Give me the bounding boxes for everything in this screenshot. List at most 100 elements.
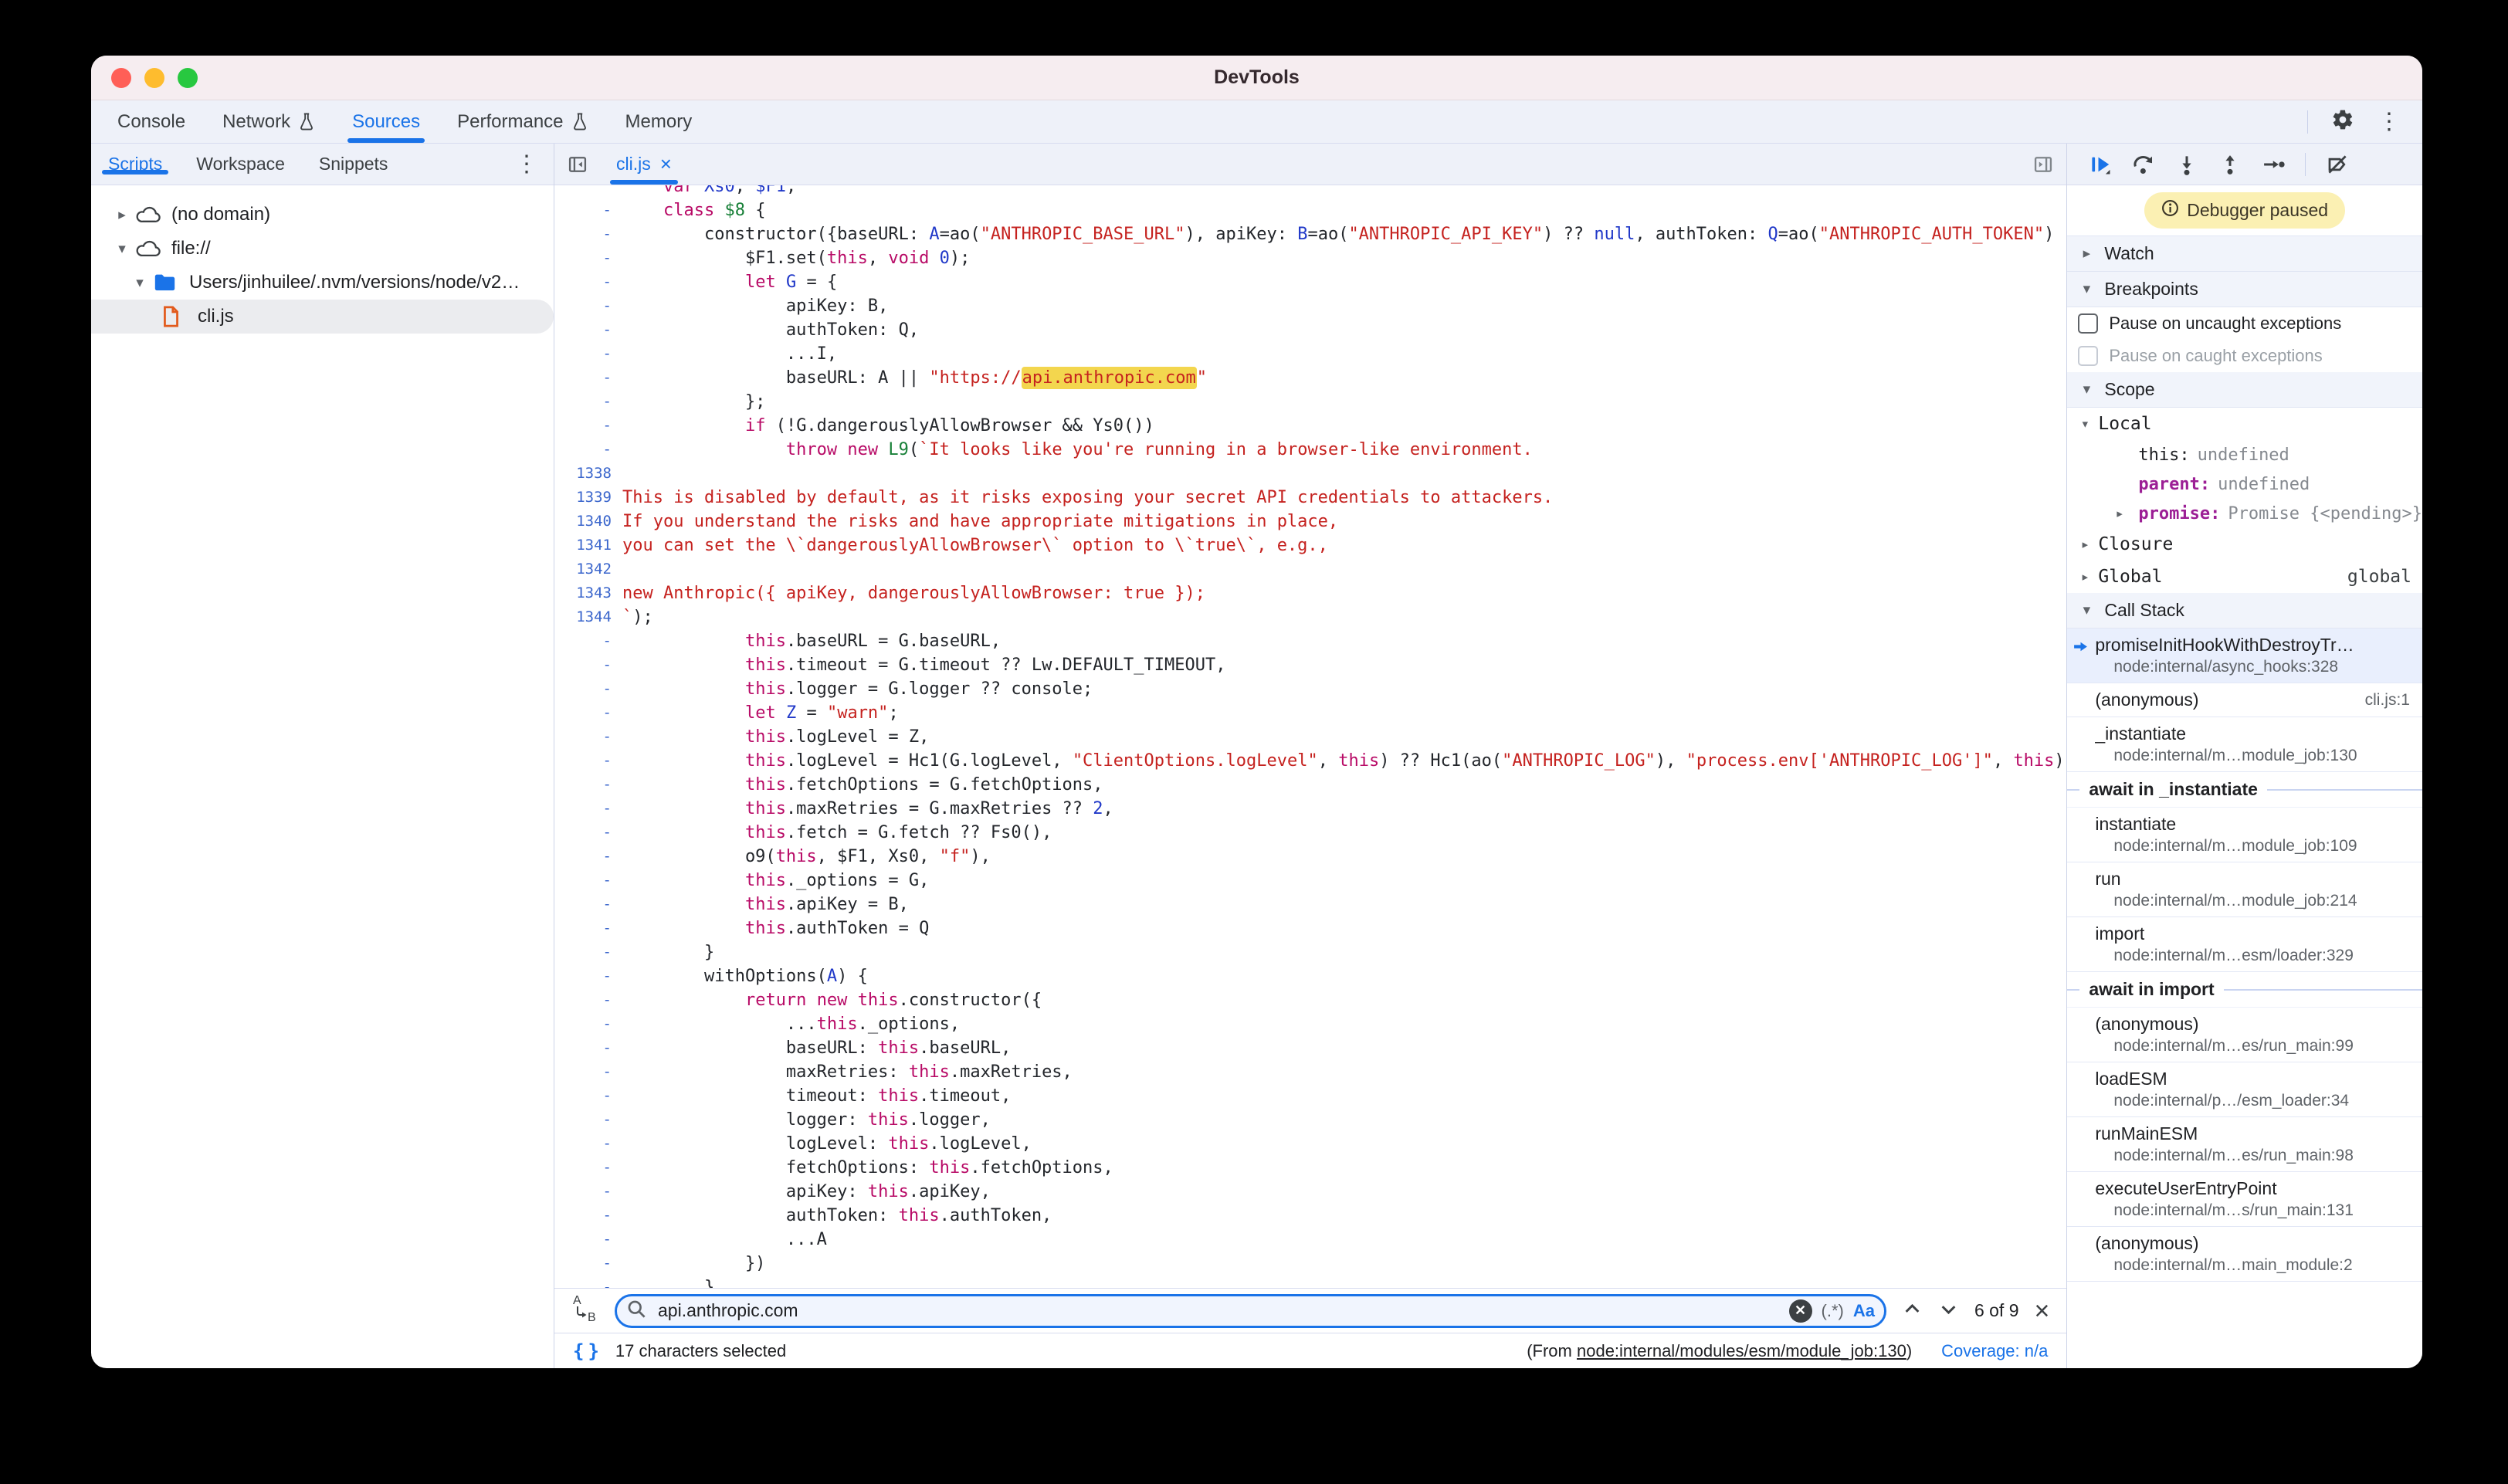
window-titlebar[interactable]: DevTools xyxy=(91,56,2422,100)
section-scope[interactable]: ▾ Scope xyxy=(2067,372,2422,408)
gutter-line-number[interactable]: - xyxy=(554,1084,622,1108)
gutter-line-number[interactable]: - xyxy=(554,893,622,916)
gutter-line-number[interactable]: - xyxy=(554,1132,622,1156)
find-replace-icon[interactable]: AB xyxy=(571,1293,599,1329)
gutter-line-number[interactable]: - xyxy=(554,438,622,462)
gutter-line-number[interactable] xyxy=(554,185,622,198)
gutter-line-number[interactable]: - xyxy=(554,390,622,414)
call-stack-frame-anonymous[interactable]: (anonymous)cli.js:1 xyxy=(2067,683,2422,717)
step-over-icon[interactable] xyxy=(2132,153,2155,176)
next-match-icon[interactable] xyxy=(1938,1299,1959,1323)
gutter-line-number[interactable]: - xyxy=(554,1036,622,1060)
chevron-right-icon[interactable]: ▸ xyxy=(2115,505,2138,522)
search-input[interactable] xyxy=(656,1299,1780,1322)
gutter-line-number[interactable]: - xyxy=(554,1060,622,1084)
gutter-line-number[interactable]: - xyxy=(554,1204,622,1228)
gutter-line-number[interactable]: - xyxy=(554,270,622,294)
gutter-line-number[interactable]: - xyxy=(554,749,622,773)
pretty-print-icon[interactable]: {} xyxy=(573,1340,603,1362)
gutter-line-number[interactable]: - xyxy=(554,964,622,988)
gutter-line-number[interactable]: - xyxy=(554,845,622,869)
gutter-line-number[interactable]: 1339 xyxy=(554,486,622,510)
call-stack-frame-anonymous[interactable]: (anonymous)node:internal/m…main_module:2 xyxy=(2067,1227,2422,1282)
call-stack-frame-import[interactable]: importnode:internal/m…esm/loader:329 xyxy=(2067,917,2422,972)
previous-match-icon[interactable] xyxy=(1902,1299,1923,1323)
scope-group-local[interactable]: ▾Local xyxy=(2067,408,2422,440)
gutter-line-number[interactable]: - xyxy=(554,1276,622,1288)
coverage-link[interactable]: Coverage: n/a xyxy=(1941,1341,2048,1361)
gutter-line-number[interactable]: - xyxy=(554,222,622,246)
section-breakpoints[interactable]: ▾ Breakpoints xyxy=(2067,272,2422,307)
gutter-line-number[interactable]: 1343 xyxy=(554,581,622,605)
tree-collapsed-icon[interactable]: ▸ xyxy=(108,206,136,224)
gutter-line-number[interactable]: - xyxy=(554,318,622,342)
gutter-line-number[interactable]: - xyxy=(554,366,622,390)
gutter-line-number[interactable]: - xyxy=(554,414,622,438)
tree-expanded-icon[interactable]: ▾ xyxy=(108,240,136,258)
clear-search-icon[interactable]: ✕ xyxy=(1789,1299,1812,1323)
gutter-line-number[interactable]: 1340 xyxy=(554,510,622,534)
code-editor[interactable]: var Xs0, $F1;- class $8 {- constructor({… xyxy=(554,185,2066,1288)
gutter-line-number[interactable]: - xyxy=(554,246,622,270)
sidebar-tab-snippets[interactable]: Snippets xyxy=(302,154,405,174)
tree-item-no-domain[interactable]: ▸(no domain) xyxy=(91,198,554,232)
gutter-line-number[interactable]: - xyxy=(554,1252,622,1276)
main-tab-sources[interactable]: Sources xyxy=(334,100,439,143)
gutter-line-number[interactable]: 1338 xyxy=(554,462,622,486)
step-icon[interactable] xyxy=(2262,153,2285,176)
sidebar-more-menu-icon[interactable]: ⋮ xyxy=(515,153,554,176)
scope-group-closure[interactable]: ▸Closure xyxy=(2067,528,2422,561)
regex-toggle[interactable]: (.*) xyxy=(1822,1301,1844,1321)
call-stack-frame-promiseinithookwithdestroytr[interactable]: promiseInitHookWithDestroyTr…node:intern… xyxy=(2067,628,2422,683)
scope-var-parent[interactable]: parent:undefined xyxy=(2067,469,2422,499)
close-search-icon[interactable]: × xyxy=(2035,1298,2050,1324)
gutter-line-number[interactable]: - xyxy=(554,725,622,749)
main-tab-network[interactable]: Network xyxy=(204,100,334,143)
gutter-line-number[interactable]: - xyxy=(554,988,622,1012)
call-stack-frame-anonymous[interactable]: (anonymous)node:internal/m…es/run_main:9… xyxy=(2067,1008,2422,1062)
gutter-line-number[interactable]: - xyxy=(554,1228,622,1252)
sidebar-tab-workspace[interactable]: Workspace xyxy=(179,154,302,174)
settings-gear-icon[interactable] xyxy=(2331,108,2354,135)
gutter-line-number[interactable]: - xyxy=(554,342,622,366)
source-map-link[interactable]: node:internal/modules/esm/module_job:130 xyxy=(1577,1341,1906,1360)
gutter-line-number[interactable]: 1341 xyxy=(554,534,622,557)
gutter-line-number[interactable]: - xyxy=(554,1180,622,1204)
call-stack-frame-instantiate[interactable]: instantiatenode:internal/m…module_job:10… xyxy=(2067,808,2422,862)
resume-icon[interactable] xyxy=(2089,153,2112,176)
close-tab-icon[interactable]: × xyxy=(660,152,672,176)
step-into-icon[interactable] xyxy=(2175,153,2198,176)
gutter-line-number[interactable]: - xyxy=(554,821,622,845)
scope-var-this[interactable]: this:undefined xyxy=(2067,440,2422,469)
chevron-right-icon[interactable]: ▸ xyxy=(2072,568,2098,585)
section-call-stack[interactable]: ▾ Call Stack xyxy=(2067,593,2422,628)
call-stack-frame-loadesm[interactable]: loadESMnode:internal/p…/esm_loader:34 xyxy=(2067,1062,2422,1117)
gutter-line-number[interactable]: - xyxy=(554,1108,622,1132)
chevron-down-icon[interactable]: ▾ xyxy=(2072,415,2098,432)
breakpoint-option-pause-on-uncaught-exceptions[interactable]: Pause on uncaught exceptions xyxy=(2067,307,2422,340)
gutter-line-number[interactable]: - xyxy=(554,773,622,797)
call-stack-frame-executeuserentrypoint[interactable]: executeUserEntryPointnode:internal/m…s/r… xyxy=(2067,1172,2422,1227)
main-tab-memory[interactable]: Memory xyxy=(607,100,711,143)
call-stack-frame-instantiate[interactable]: _instantiatenode:internal/m…module_job:1… xyxy=(2067,717,2422,772)
tree-item-cli-js[interactable]: cli.js xyxy=(91,300,554,334)
call-stack-frame-run[interactable]: runnode:internal/m…module_job:214 xyxy=(2067,862,2422,917)
gutter-line-number[interactable]: - xyxy=(554,797,622,821)
gutter-line-number[interactable]: - xyxy=(554,1156,622,1180)
more-menu-icon[interactable]: ⋮ xyxy=(2378,110,2401,134)
gutter-line-number[interactable]: - xyxy=(554,869,622,893)
breakpoint-option-pause-on-caught-exceptions[interactable]: Pause on caught exceptions xyxy=(2067,340,2422,372)
gutter-line-number[interactable]: - xyxy=(554,940,622,964)
chevron-right-icon[interactable]: ▸ xyxy=(2072,536,2098,553)
gutter-line-number[interactable]: - xyxy=(554,198,622,222)
gutter-line-number[interactable]: - xyxy=(554,677,622,701)
step-out-icon[interactable] xyxy=(2218,153,2242,176)
tree-expanded-icon[interactable]: ▾ xyxy=(126,274,154,292)
tree-item-file[interactable]: ▾file:// xyxy=(91,232,554,266)
scope-group-global[interactable]: ▸Globalglobal xyxy=(2067,561,2422,593)
main-tab-performance[interactable]: Performance xyxy=(439,100,606,143)
gutter-line-number[interactable]: 1344 xyxy=(554,605,622,629)
tab-clijs[interactable]: cli.js × xyxy=(601,144,687,185)
scope-var-promise[interactable]: ▸promise:Promise {<pending>} xyxy=(2067,499,2422,528)
collapse-sidebar-icon[interactable] xyxy=(554,154,601,175)
